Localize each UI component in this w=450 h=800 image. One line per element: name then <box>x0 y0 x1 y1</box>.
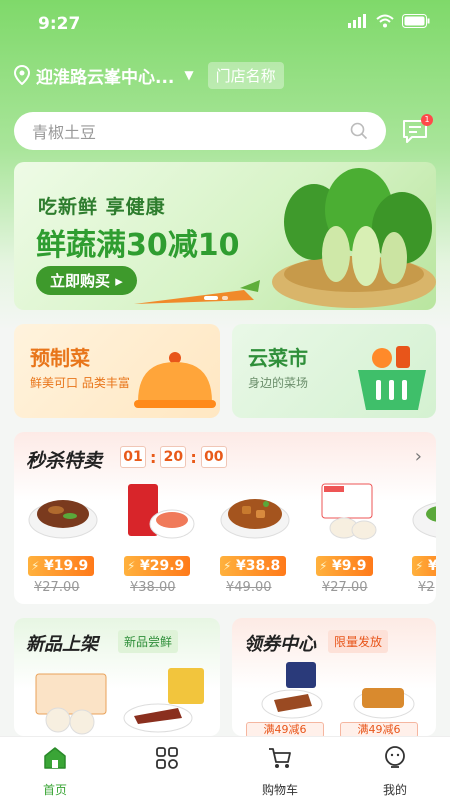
sale-price-text: ¥38.8 <box>236 558 281 574</box>
category-subtitle: 身边的菜场 <box>248 376 309 390</box>
grid-icon <box>156 747 178 769</box>
chevron-right-icon[interactable]: › <box>415 446 422 467</box>
sale-price: ⚡ ¥38.8 <box>220 556 287 576</box>
carousel-dot <box>222 296 228 300</box>
basket-icon <box>358 346 426 410</box>
product-card[interactable]: ⚡ ¥19.9 ¥27.00 <box>22 480 104 595</box>
new-arrivals-tag: 新品尝鲜 <box>118 630 179 653</box>
sale-price-text: ¥19.9 <box>44 558 89 574</box>
tab-cart[interactable]: 购物车 <box>240 745 320 798</box>
dish-image <box>321 483 377 540</box>
flash-sale-title: 秒杀特卖 <box>26 450 103 472</box>
product-card[interactable]: ⚡ ¥38.8 ¥49.00 <box>214 480 296 595</box>
message-badge: 1 <box>421 114 433 126</box>
promo-banner[interactable]: 吃新鲜 享健康 鲜蔬满30减10 立即购买 ▸ <box>14 162 436 310</box>
original-price: ¥49.00 <box>226 580 272 595</box>
dish-image <box>412 502 436 538</box>
product-card[interactable]: ⚡¥2 ¥2 <box>406 480 436 595</box>
category-title: 云菜市 <box>248 346 308 370</box>
coupon-chip[interactable]: 满49减6 <box>246 722 324 736</box>
tab-categories[interactable] <box>127 745 207 781</box>
original-price: ¥27.00 <box>34 580 80 595</box>
home-icon <box>44 747 66 769</box>
battery-icon <box>402 14 430 28</box>
bottom-tab-bar: 首页 购物车 我的 <box>0 736 450 800</box>
sale-price: ⚡ ¥29.9 <box>124 556 191 576</box>
status-icons <box>348 14 430 28</box>
category-subtitle: 鲜美可口 品类丰富 <box>30 376 130 390</box>
dish-image <box>128 484 195 539</box>
tab-home[interactable]: 首页 <box>15 745 95 798</box>
banner-subtitle: 吃新鲜 享健康 <box>38 196 166 218</box>
countdown-timer: 01 : 20 : 00 <box>120 446 227 468</box>
new-arrivals-section[interactable]: 新品上架 新品尝鲜 <box>14 618 220 736</box>
tab-profile[interactable]: 我的 <box>355 745 435 798</box>
carousel-dot <box>204 296 218 300</box>
dish-image <box>28 500 98 539</box>
store-name-button[interactable]: 门店名称 <box>207 61 284 89</box>
cloud-market-card[interactable]: 云菜市 身边的菜场 <box>232 324 436 418</box>
original-price: ¥38.00 <box>130 580 176 595</box>
product-image <box>261 662 415 719</box>
product-card[interactable]: ⚡ ¥9.9 ¥27.00 <box>310 480 392 595</box>
sale-price-text: ¥29.9 <box>140 558 185 574</box>
search-input[interactable]: 青椒土豆 <box>14 112 386 150</box>
coupon-center-tag: 限量发放 <box>328 630 389 653</box>
status-bar: 9:27 <box>0 0 450 48</box>
sale-price-text: ¥2 <box>428 558 436 574</box>
cloche-icon <box>134 352 216 408</box>
prepared-dishes-card[interactable]: 预制菜 鲜美可口 品类丰富 <box>14 324 220 418</box>
flash-products: ⚡ ¥19.9 ¥27.00 ⚡ ¥29.9 ¥38.00 ⚡ ¥38.8 ¥49.0… <box>14 480 436 600</box>
profile-icon <box>385 746 405 768</box>
cart-icon <box>269 748 291 768</box>
carousel-dots <box>204 296 228 300</box>
timer-hours: 01 <box>120 446 146 468</box>
original-price: ¥27.00 <box>322 580 368 595</box>
sale-price: ⚡ ¥9.9 <box>316 556 373 576</box>
status-time: 9:27 <box>38 14 81 34</box>
new-arrivals-title: 新品上架 <box>26 634 98 655</box>
caret-down-icon: ▼ <box>184 68 194 82</box>
location-selector[interactable]: 迎淮路云峯中心... ▼ 门店名称 <box>14 60 284 90</box>
timer-minutes: 20 <box>160 446 187 468</box>
product-image <box>35 668 204 735</box>
location-address: 迎淮路云峯中心... <box>36 67 175 88</box>
signal-icon <box>348 14 366 28</box>
tab-label: 购物车 <box>261 783 298 797</box>
sale-price-text: ¥9.9 <box>332 558 367 574</box>
sale-price: ⚡¥2 <box>412 556 436 576</box>
search-placeholder: 青椒土豆 <box>32 123 97 142</box>
sale-price: ⚡ ¥19.9 <box>28 556 95 576</box>
product-card[interactable]: ⚡ ¥29.9 ¥38.00 <box>118 480 200 595</box>
location-pin-icon <box>14 65 30 85</box>
search-icon <box>350 122 368 140</box>
banner-title: 鲜蔬满30减10 <box>36 228 240 263</box>
original-price: ¥2 <box>418 580 435 595</box>
timer-seconds: 00 <box>200 446 227 468</box>
wifi-icon <box>376 14 394 28</box>
coupon-center-title: 领券中心 <box>244 634 316 655</box>
buy-now-button[interactable]: 立即购买 ▸ <box>36 266 137 295</box>
category-title: 预制菜 <box>30 346 90 370</box>
coupon-center-section[interactable]: 领券中心 限量发放 满49减6 满49减6 <box>232 618 436 736</box>
dish-image <box>220 499 290 539</box>
coupon-chip[interactable]: 满49减6 <box>340 722 418 736</box>
tab-label: 首页 <box>42 783 67 797</box>
tab-label: 我的 <box>382 783 407 797</box>
